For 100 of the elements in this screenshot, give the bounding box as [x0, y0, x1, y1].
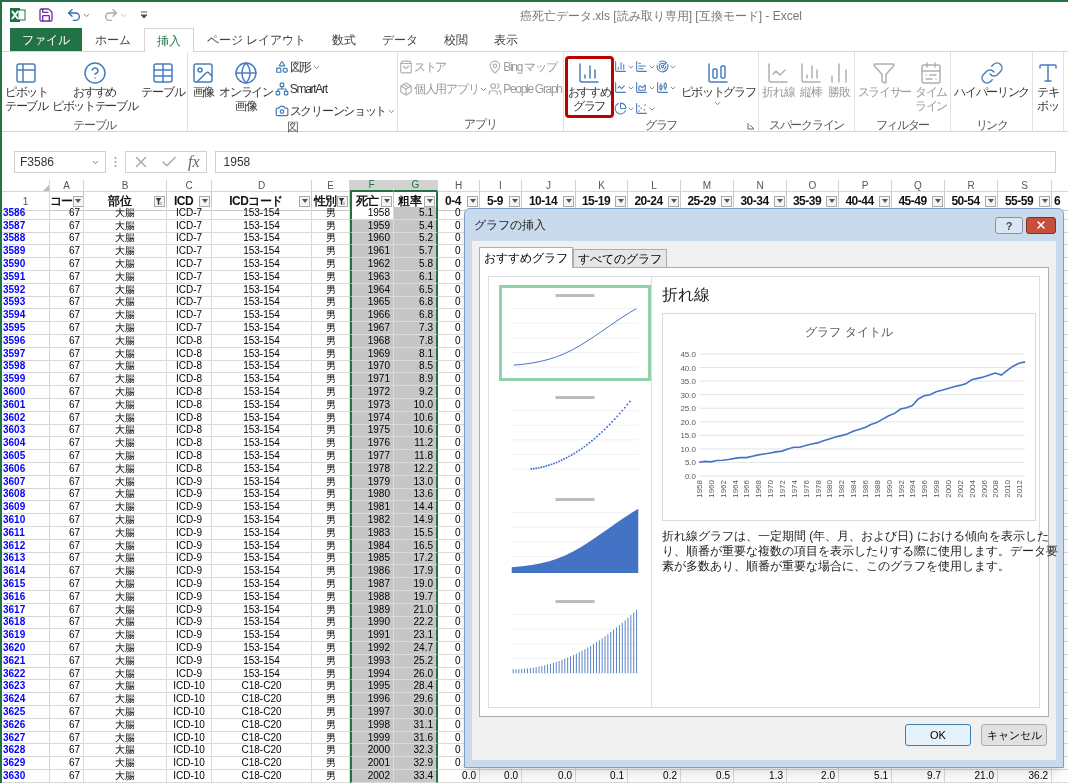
customize-toolbar-icon[interactable] — [140, 11, 148, 19]
row-header[interactable]: 3591 — [2, 271, 50, 284]
row-header[interactable]: 3610 — [2, 514, 50, 527]
ribbon-tab[interactable]: 数式 — [319, 28, 370, 51]
row-header[interactable]: 3596 — [2, 334, 50, 348]
column-header[interactable]: H — [438, 180, 480, 192]
filter-button[interactable] — [381, 195, 392, 207]
row-header[interactable]: 3608 — [2, 488, 50, 502]
filter-button[interactable] — [774, 195, 785, 207]
ribbon-tab[interactable]: データ — [369, 28, 432, 51]
filter-button[interactable] — [826, 195, 837, 207]
chart-type-button[interactable] — [613, 100, 636, 117]
column-header[interactable]: A — [50, 180, 84, 192]
row-header[interactable]: 3601 — [2, 398, 50, 412]
ribbon-tab[interactable]: ホーム — [82, 28, 144, 51]
filter-applied-button[interactable] — [154, 195, 165, 207]
column-header[interactable]: P — [839, 180, 892, 192]
row-header[interactable]: 3624 — [2, 693, 50, 707]
row-header[interactable]: 3606 — [2, 462, 50, 476]
column-header[interactable]: Q — [892, 180, 945, 192]
filter-applied-button[interactable] — [337, 195, 348, 207]
filter-button[interactable] — [721, 195, 732, 207]
row-header[interactable]: 3602 — [2, 411, 50, 425]
filter-button[interactable] — [509, 195, 520, 207]
filter-button[interactable] — [985, 195, 996, 207]
column-header[interactable]: I — [480, 180, 522, 192]
row-header[interactable]: 3603 — [2, 424, 50, 438]
column-header[interactable]: E — [312, 180, 350, 192]
close-button[interactable] — [1026, 216, 1056, 234]
column-header[interactable]: N — [734, 180, 787, 192]
chart-type-button[interactable] — [655, 58, 678, 75]
row-header[interactable]: 3619 — [2, 629, 50, 643]
ribbon-tab[interactable]: 挿入 — [144, 28, 194, 52]
row-header[interactable]: 3627 — [2, 731, 50, 745]
row-header[interactable]: 3613 — [2, 552, 50, 566]
dialog-button[interactable]: キャンセル — [981, 724, 1047, 746]
ribbon-small-button[interactable]: 図形 — [274, 58, 397, 76]
filter-button[interactable] — [199, 195, 210, 207]
spreadsheet-logo-icon[interactable] — [10, 7, 26, 23]
ribbon-tab[interactable]: 校閲 — [431, 28, 482, 51]
row-header[interactable]: 3600 — [2, 386, 50, 399]
row-header[interactable]: 3597 — [2, 347, 50, 361]
ribbon-tab[interactable]: ページ レイアウト — [194, 28, 320, 51]
ribbon-small-button[interactable]: SmartArt — [274, 80, 397, 98]
chart-type-button[interactable] — [655, 79, 678, 96]
row-header[interactable]: 3609 — [2, 501, 50, 515]
dialog-launcher-icon[interactable] — [747, 122, 756, 130]
name-box[interactable]: F3586 — [14, 151, 106, 173]
row-header[interactable]: 3592 — [2, 283, 50, 297]
row-header[interactable]: 3599 — [2, 373, 50, 387]
row-header[interactable]: 3617 — [2, 603, 50, 617]
column-header[interactable]: M — [681, 180, 734, 192]
column-header[interactable]: R — [945, 180, 998, 192]
row-header[interactable]: 3590 — [2, 258, 50, 271]
ribbon-button[interactable]: ピボット テーブル — [3, 56, 50, 118]
row-header[interactable]: 3604 — [2, 437, 50, 451]
ribbon-button[interactable]: テーブル — [139, 56, 187, 118]
filter-button[interactable] — [299, 195, 310, 207]
insert-function-button[interactable]: fx — [188, 150, 200, 174]
ribbon-button[interactable]: オンライン 画像 — [217, 56, 275, 118]
row-header[interactable]: 3630 — [2, 770, 50, 783]
column-header[interactable]: J — [522, 180, 576, 192]
column-header[interactable]: F — [350, 180, 394, 192]
column-header[interactable]: G — [394, 180, 438, 192]
row-header[interactable]: 3594 — [2, 309, 50, 323]
column-header[interactable]: D — [212, 180, 312, 192]
chart-type-button[interactable] — [634, 100, 657, 117]
row-header[interactable]: 3614 — [2, 565, 50, 579]
row-header[interactable]: 3629 — [2, 757, 50, 771]
row-header[interactable]: 3605 — [2, 450, 50, 463]
chart-type-button[interactable] — [634, 58, 657, 75]
filter-button[interactable] — [563, 195, 574, 207]
ribbon-small-button[interactable]: スクリーンショット — [274, 102, 397, 120]
save-icon[interactable] — [38, 7, 54, 23]
filter-button[interactable] — [1039, 195, 1050, 207]
filter-button[interactable] — [615, 195, 626, 207]
row-header[interactable]: 3625 — [2, 706, 50, 719]
row-header[interactable]: 3620 — [2, 642, 50, 655]
column-header[interactable]: O — [787, 180, 839, 192]
formula-field[interactable]: 1958 — [214, 151, 1056, 173]
row-header[interactable]: 3611 — [2, 526, 50, 540]
dialog-tab[interactable]: おすすめグラフ — [479, 247, 573, 268]
row-header[interactable]: 3588 — [2, 232, 50, 246]
undo-icon[interactable] — [66, 7, 82, 23]
filter-button[interactable] — [879, 195, 890, 207]
column-header[interactable]: L — [628, 180, 681, 192]
row-header[interactable]: 3621 — [2, 654, 50, 668]
column-header[interactable]: S — [998, 180, 1052, 192]
filter-button[interactable] — [424, 195, 435, 207]
row-header[interactable]: 3593 — [2, 296, 50, 310]
row-header[interactable]: 3618 — [2, 616, 50, 630]
row-header[interactable]: 3626 — [2, 718, 50, 732]
ribbon-button[interactable]: テキ ボッ — [1034, 56, 1063, 118]
ribbon-button[interactable]: ピボットグラフ — [678, 56, 758, 118]
column-header[interactable]: K — [576, 180, 628, 192]
filter-button[interactable] — [467, 195, 478, 207]
dialog-button[interactable]: OK — [905, 724, 971, 746]
chart-type-button[interactable] — [634, 79, 657, 96]
ribbon-button[interactable]: 画像 — [189, 56, 218, 118]
row-header[interactable]: 3612 — [2, 539, 50, 553]
